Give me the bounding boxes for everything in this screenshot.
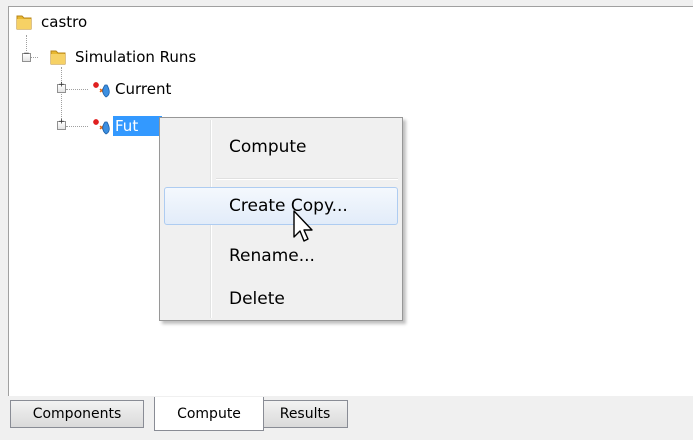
- tree-connector: [66, 89, 88, 90]
- simulation-run-icon: [91, 80, 110, 98]
- menu-item-create-copy[interactable]: Create Copy...: [164, 187, 398, 225]
- tree-node-future[interactable]: Fut: [91, 115, 163, 137]
- tab-results[interactable]: Results: [262, 400, 348, 428]
- tree-node-label: castro: [41, 13, 88, 31]
- tab-bar: Components Compute Results: [10, 397, 693, 440]
- menu-item-label: Delete: [229, 289, 285, 309]
- tab-label: Compute: [177, 405, 241, 422]
- tree-node-label-selected: Fut: [113, 116, 163, 136]
- menu-item-label: Compute: [229, 137, 307, 157]
- menu-separator: [216, 178, 398, 180]
- tree-node-castro[interactable]: castro: [15, 11, 89, 33]
- expand-toggle[interactable]: +: [57, 118, 66, 130]
- menu-item-label: Create Copy...: [229, 196, 348, 216]
- application-window: castro − Simulation Runs + Current + Fut…: [0, 0, 693, 440]
- expand-toggle[interactable]: +: [57, 81, 66, 93]
- menu-item-rename[interactable]: Rename...: [164, 237, 398, 275]
- menu-item-label: Rename...: [229, 246, 315, 266]
- tab-label: Components: [32, 406, 122, 422]
- tab-compute[interactable]: Compute: [154, 397, 264, 431]
- tree-node-label: Current: [115, 80, 172, 98]
- tree-connector: [31, 57, 38, 58]
- context-menu: Compute Create Copy... Rename... Delete: [159, 117, 403, 321]
- tree-node-label: Simulation Runs: [75, 48, 197, 66]
- menu-item-compute[interactable]: Compute: [164, 128, 398, 166]
- mouse-pointer-icon: [292, 210, 318, 246]
- collapse-toggle[interactable]: −: [22, 50, 31, 62]
- tree-connector: [66, 126, 88, 127]
- simulation-run-icon: [91, 117, 110, 135]
- tab-label: Results: [279, 406, 331, 422]
- menu-item-delete[interactable]: Delete: [164, 280, 398, 318]
- tree-node-simulation-runs[interactable]: Simulation Runs: [49, 46, 198, 68]
- tree-node-current[interactable]: Current: [91, 78, 173, 100]
- folder-icon: [15, 13, 33, 31]
- tab-components[interactable]: Components: [10, 400, 144, 428]
- folder-icon: [49, 48, 67, 66]
